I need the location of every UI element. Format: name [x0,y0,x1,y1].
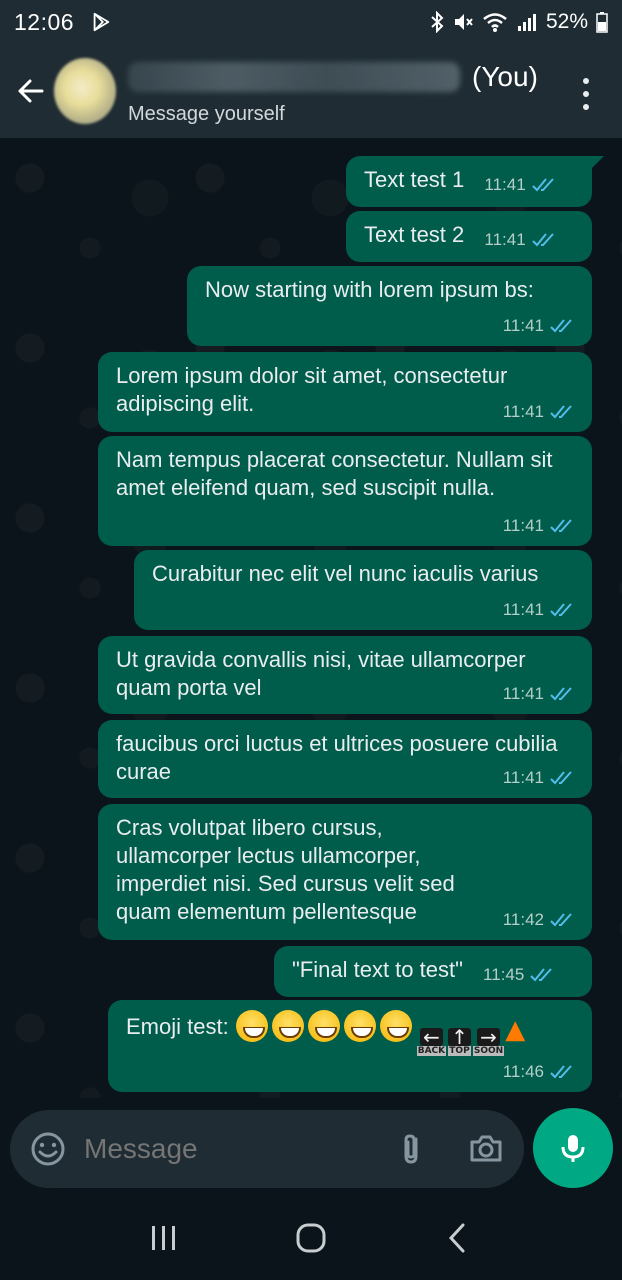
microphone-icon [561,1135,585,1162]
message-time: 11:41 [502,316,544,335]
message-bubble[interactable]: Ut gravida convallis nisi, vitae ullamco… [98,636,592,714]
battery-icon [596,12,608,33]
more-options-button[interactable] [574,74,598,114]
double-check-icon [550,404,576,420]
double-check-icon [530,967,556,983]
message-text: Ut gravida convallis nisi, vitae ullamco… [116,647,526,700]
message-time: 11:41 [502,516,544,535]
message-text: "Final text to test" [292,957,463,982]
message-bubble[interactable]: Curabitur nec elit vel nunc iaculis vari… [134,550,592,630]
double-check-icon [550,318,576,334]
double-check-icon [550,602,576,618]
system-back-button[interactable] [433,1213,483,1263]
message-bubble[interactable]: faucibus orci luctus et ultrices posuere… [98,720,592,798]
double-check-icon [550,1064,576,1080]
double-check-icon [531,177,558,193]
message-bubble[interactable]: "Final text to test" 11:45 [274,946,592,997]
message-bubble[interactable]: Text test 1 11:41 [346,156,604,207]
emoji-message: Emoji test: ← BACK ↑ TOP → SOON ▲ [126,1010,576,1056]
smiley-icon[interactable] [28,1129,68,1169]
double-check-icon [550,518,576,534]
double-check-icon [531,232,558,248]
message-text: Curabitur nec elit vel nunc iaculis vari… [152,561,539,586]
top-arrow-emoji: ↑ TOP [448,1025,471,1056]
mute-icon [454,14,473,30]
message-time: 11:41 [502,600,544,619]
double-check-icon [550,770,576,786]
home-icon [296,1223,326,1253]
message-time: 11:41 [484,175,526,194]
status-time: 12:06 [14,8,75,35]
message-bubble[interactable]: Emoji test: ← BACK ↑ TOP → SOON ▲ 11:46 [108,1000,592,1092]
message-bubble[interactable]: Cras volutpat libero cursus, ullamcorper… [98,804,592,940]
laughing-emoji [379,1010,412,1042]
you-label: (You) [472,60,538,92]
status-icons: 52% [430,10,608,34]
blurred-contact-name [128,61,460,92]
message-bubble[interactable]: Text test 2 11:41 [346,211,592,262]
message-text: Lorem ipsum dolor sit amet, consectetur … [116,363,508,416]
recents-icon [151,1226,175,1250]
system-nav-bar [0,1196,622,1280]
message-text: Text test 1 [364,167,465,192]
message-time: 11:41 [484,230,526,249]
signal-icon [517,14,536,31]
back-button[interactable] [8,69,52,113]
message-text: faucibus orci luctus et ultrices posuere… [116,731,558,784]
message-text: Emoji test: [126,1014,229,1039]
bluetooth-icon [431,11,444,33]
more-vertical-icon [583,78,589,84]
paperclip-icon[interactable] [392,1129,432,1169]
chevron-left-icon [449,1223,465,1253]
fire-emoji: ▲ [505,1015,526,1045]
wifi-icon [483,13,507,32]
contact-info[interactable]: (You) Message yourself [128,57,538,126]
message-time: 11:42 [502,910,544,929]
double-check-icon [550,686,576,702]
double-check-icon [550,912,576,928]
message-time: 11:45 [483,965,525,984]
message-input[interactable] [84,1133,364,1165]
message-time: 11:41 [502,768,544,787]
play-store-icon [93,12,110,32]
message-bubble[interactable]: Now starting with lorem ipsum bs: 11:41 [187,266,592,346]
battery-percent: 52% [545,10,588,33]
message-text: Now starting with lorem ipsum bs: [205,277,534,302]
message-time: 11:41 [502,684,544,703]
message-text: Text test 2 [364,222,465,247]
arrow-left-icon [18,79,44,103]
message-text: Nam tempus placerat consectetur. Nullam … [116,447,553,500]
status-bar: 12:06 52% [0,0,622,44]
message-bubble[interactable]: Nam tempus placerat consectetur. Nullam … [98,436,592,546]
grinning-face-emoji [235,1010,268,1042]
soon-arrow-emoji: → SOON [472,1025,505,1056]
back-arrow-emoji: ← BACK [416,1025,447,1056]
message-bubble[interactable]: Lorem ipsum dolor sit amet, consectetur … [98,352,592,432]
chat-area[interactable]: Text test 1 11:41 Text test 2 11:41 Now … [0,138,622,1098]
grin-emoji [307,1010,340,1042]
header-subtitle: Message yourself [128,102,285,125]
home-button[interactable] [286,1213,336,1263]
camera-icon[interactable] [466,1129,506,1169]
chat-header: (You) Message yourself [0,44,622,138]
avatar[interactable] [54,58,116,124]
smiley-emoji [271,1010,304,1042]
message-time: 11:46 [502,1062,544,1081]
message-text: Cras volutpat libero cursus, ullamcorper… [116,815,455,924]
message-time: 11:41 [502,402,544,421]
voice-message-button[interactable] [533,1108,613,1188]
recents-button[interactable] [139,1213,189,1263]
message-composer [10,1110,524,1188]
smile-emoji [343,1010,376,1042]
